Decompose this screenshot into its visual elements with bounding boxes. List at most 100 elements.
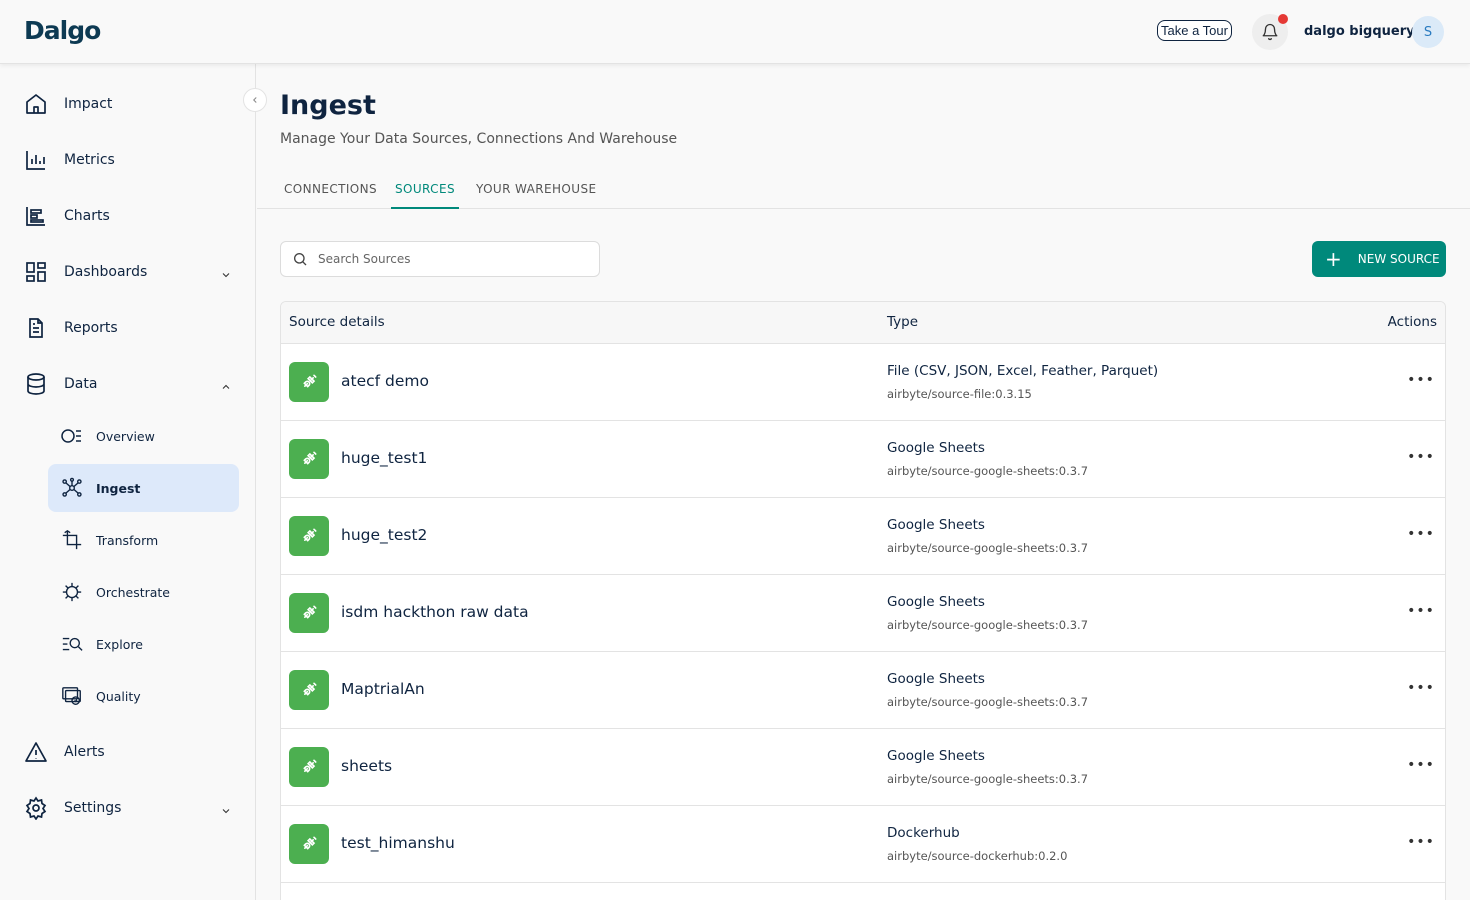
notification-dot [1278,14,1288,24]
source-type: Google Sheets [887,440,985,456]
plug-icon [289,362,329,402]
chevron-down-icon [220,802,232,821]
sidebar-item-dashboards[interactable]: Dashboards [24,252,240,292]
avatar[interactable]: S [1412,16,1444,48]
search-input[interactable] [318,252,578,266]
transform-icon [48,529,96,551]
plus-icon: + [1325,247,1342,271]
top-bar: Dalgo Take a Tour dalgo bigquery S [0,0,1470,64]
search-icon [292,251,308,267]
ingest-icon [48,477,96,499]
source-name[interactable]: test_himanshu [341,834,455,852]
sidebar-subitem-overview[interactable]: Overview [48,412,239,460]
sidebar-subitem-label: Quality [96,688,141,704]
sidebar-subitem-quality[interactable]: Quality [48,672,239,720]
overview-icon [48,426,96,446]
sidebar-subitem-orchestrate[interactable]: Orchestrate [48,568,239,616]
source-image: airbyte/source-file:0.3.15 [887,387,1032,401]
more-actions-icon[interactable]: ••• [1407,522,1434,546]
plug-icon [289,439,329,479]
collapse-sidebar-button[interactable] [243,88,267,112]
alert-icon [24,740,56,764]
main-content: Ingest Manage Your Data Sources, Connect… [257,64,1470,900]
sidebar-subitem-transform[interactable]: Transform [48,516,239,564]
sidebar-item-label: Data [64,376,98,392]
table-row: isdm hackthon raw data Google Sheets air… [281,575,1445,652]
chevron-left-icon [253,97,257,103]
sidebar-item-data[interactable]: Data [24,364,240,404]
source-image: airbyte/source-dockerhub:0.2.0 [887,849,1068,863]
tab-connections[interactable]: CONNECTIONS [284,182,377,209]
sidebar-item-impact[interactable]: Impact [24,84,240,124]
sidebar-item-label: Impact [64,96,113,112]
source-name[interactable]: huge_test2 [341,526,427,544]
source-name[interactable]: isdm hackthon raw data [341,603,529,621]
sidebar-item-settings[interactable]: Settings [24,788,240,828]
home-icon [24,92,56,116]
org-name[interactable]: dalgo bigquery [1304,24,1415,39]
dashboard-icon [24,260,56,284]
sources-table: Source details Type Actions atecf demo F… [280,301,1446,900]
sidebar-item-metrics[interactable]: Metrics [24,140,240,180]
sidebar-item-charts[interactable]: Charts [24,196,240,236]
plug-icon [289,593,329,633]
quality-icon [48,685,96,707]
sidebar-subitem-label: Ingest [96,480,141,496]
source-type: Dockerhub [887,825,960,841]
more-actions-icon[interactable]: ••• [1407,830,1434,854]
sidebar-subitem-label: Orchestrate [96,584,170,600]
sidebar-subitem-ingest[interactable]: Ingest [48,464,239,512]
source-name[interactable]: sheets [341,757,392,775]
sidebar-item-reports[interactable]: Reports [24,308,240,348]
plug-icon [289,516,329,556]
bell-icon [1262,23,1278,41]
tab-bar: CONNECTIONS SOURCES YOUR WAREHOUSE [257,172,1470,209]
take-a-tour-button[interactable]: Take a Tour [1157,20,1232,41]
more-actions-icon[interactable]: ••• [1407,676,1434,700]
sidebar-item-label: Metrics [64,152,115,168]
tab-sources[interactable]: SOURCES [391,182,459,209]
source-name[interactable]: atecf demo [341,372,429,390]
table-row: huge_test2 Google Sheets airbyte/source-… [281,498,1445,575]
table-header: Source details Type Actions [281,302,1445,344]
column-header-actions: Actions [1387,314,1437,330]
sidebar-item-label: Dashboards [64,264,148,280]
column-header-type: Type [887,314,919,330]
sidebar-item-alerts[interactable]: Alerts [24,732,240,772]
sidebar-item-label: Reports [64,320,118,336]
database-icon [24,372,56,396]
more-actions-icon[interactable]: ••• [1407,445,1434,469]
explore-icon [48,634,96,654]
chevron-up-icon [220,378,232,397]
more-actions-icon[interactable]: ••• [1407,753,1434,777]
plug-icon [289,824,329,864]
table-row: MaptrialAn Google Sheets airbyte/source-… [281,652,1445,729]
orchestrate-icon [48,581,96,603]
source-type: Google Sheets [887,517,985,533]
new-source-button[interactable]: + NEW SOURCE [1312,241,1446,277]
chevron-down-icon [220,266,232,285]
dalgo-logo[interactable]: Dalgo [24,16,101,45]
sidebar-subitem-label: Transform [96,532,159,548]
source-name[interactable]: MaptrialAn [341,680,425,698]
sidebar-item-label: Charts [64,208,110,224]
table-row: test_himanshu Dockerhub airbyte/source-d… [281,806,1445,883]
source-type: Google Sheets [887,594,985,610]
plug-icon [289,747,329,787]
sidebar-subitem-explore[interactable]: Explore [48,620,239,668]
source-image: airbyte/source-google-sheets:0.3.7 [887,618,1089,632]
table-row: atecf demo File (CSV, JSON, Excel, Feath… [281,344,1445,421]
bar-chart-icon [24,148,56,172]
search-box [280,241,600,277]
page-title: Ingest [280,90,376,121]
source-type: Google Sheets [887,671,985,687]
source-name[interactable]: huge_test1 [341,449,427,467]
sidebar-item-label: Settings [64,800,122,816]
source-image: airbyte/source-google-sheets:0.3.7 [887,772,1089,786]
source-image: airbyte/source-google-sheets:0.3.7 [887,695,1089,709]
more-actions-icon[interactable]: ••• [1407,599,1434,623]
more-actions-icon[interactable]: ••• [1407,368,1434,392]
page-subtitle: Manage Your Data Sources, Connections An… [280,131,678,147]
tab-your-warehouse[interactable]: YOUR WAREHOUSE [476,182,596,209]
source-image: airbyte/source-google-sheets:0.3.7 [887,464,1089,478]
